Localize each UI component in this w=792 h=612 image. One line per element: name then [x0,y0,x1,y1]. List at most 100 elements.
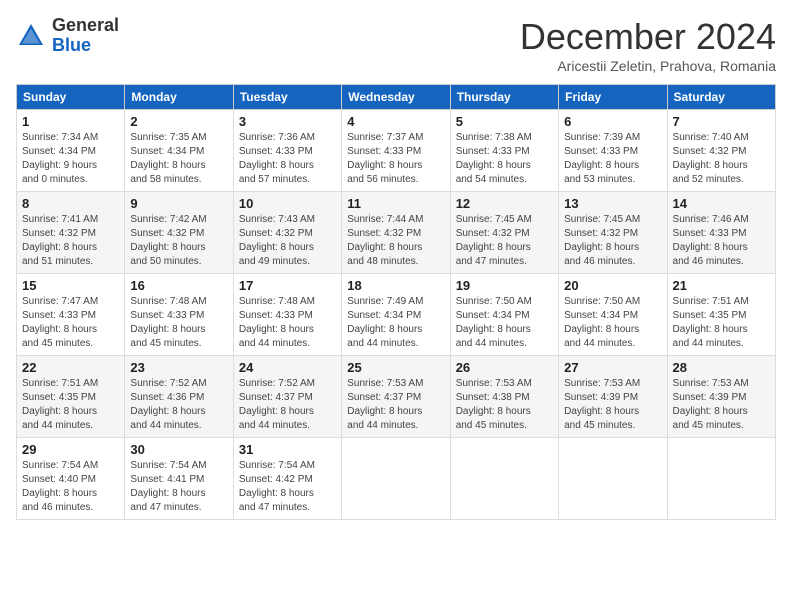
calendar-cell [559,438,667,520]
day-header-tuesday: Tuesday [233,85,341,110]
calendar-cell: 7Sunrise: 7:40 AM Sunset: 4:32 PM Daylig… [667,110,775,192]
day-info: Sunrise: 7:54 AM Sunset: 4:42 PM Dayligh… [239,459,336,515]
day-info: Sunrise: 7:45 AM Sunset: 4:32 PM Dayligh… [456,213,553,269]
day-info: Sunrise: 7:46 AM Sunset: 4:33 PM Dayligh… [673,213,770,269]
day-number: 26 [456,360,553,375]
day-number: 6 [564,114,661,129]
day-info: Sunrise: 7:48 AM Sunset: 4:33 PM Dayligh… [130,295,227,351]
day-info: Sunrise: 7:52 AM Sunset: 4:37 PM Dayligh… [239,377,336,433]
day-number: 15 [22,278,119,293]
calendar-cell: 12 Sunrise: 7:45 AM Sunset: 4:32 PM Dayli… [450,192,558,274]
calendar-cell: 15 Sunrise: 7:47 AM Sunset: 4:33 PM Dayli… [17,274,125,356]
page-header: General Blue December 2024 Aricestii Zel… [16,16,776,74]
day-info: Sunrise: 7:54 AM Sunset: 4:40 PM Dayligh… [22,459,119,515]
day-header-thursday: Thursday [450,85,558,110]
day-info: Sunrise: 7:44 AM Sunset: 4:32 PM Dayligh… [347,213,444,269]
day-number: 10 [239,196,336,211]
day-number: 19 [456,278,553,293]
day-number: 12 [456,196,553,211]
calendar-cell: 3 Sunrise: 7:36 AM Sunset: 4:33 PM Daylig… [233,110,341,192]
logo-text: General Blue [52,16,119,56]
day-number: 18 [347,278,444,293]
day-number: 14 [673,196,770,211]
calendar-cell: 19Sunrise: 7:50 AM Sunset: 4:34 PM Dayli… [450,274,558,356]
calendar-week-row: 29 Sunrise: 7:54 AM Sunset: 4:40 PM Dayli… [17,438,776,520]
day-info: Sunrise: 7:43 AM Sunset: 4:32 PM Dayligh… [239,213,336,269]
day-number: 8 [22,196,119,211]
calendar-cell: 8 Sunrise: 7:41 AM Sunset: 4:32 PM Daylig… [17,192,125,274]
day-header-sunday: Sunday [17,85,125,110]
calendar-cell: 4 Sunrise: 7:37 AM Sunset: 4:33 PM Daylig… [342,110,450,192]
day-info: Sunrise: 7:36 AM Sunset: 4:33 PM Dayligh… [239,131,336,187]
calendar-cell: 18 Sunrise: 7:49 AM Sunset: 4:34 PM Dayli… [342,274,450,356]
day-info: Sunrise: 7:47 AM Sunset: 4:33 PM Dayligh… [22,295,119,351]
calendar-cell: 6 Sunrise: 7:39 AM Sunset: 4:33 PM Daylig… [559,110,667,192]
day-info: Sunrise: 7:41 AM Sunset: 4:32 PM Dayligh… [22,213,119,269]
day-info: Sunrise: 7:48 AM Sunset: 4:33 PM Dayligh… [239,295,336,351]
day-number: 24 [239,360,336,375]
calendar-cell [450,438,558,520]
day-info: Sunrise: 7:42 AM Sunset: 4:32 PM Dayligh… [130,213,227,269]
day-header-friday: Friday [559,85,667,110]
calendar-header-row: SundayMondayTuesdayWednesdayThursdayFrid… [17,85,776,110]
calendar-cell: 9 Sunrise: 7:42 AM Sunset: 4:32 PM Daylig… [125,192,233,274]
day-info: Sunrise: 7:51 AM Sunset: 4:35 PM Dayligh… [673,295,770,351]
day-number: 21 [673,278,770,293]
day-number: 3 [239,114,336,129]
day-header-wednesday: Wednesday [342,85,450,110]
calendar-cell: 26 Sunrise: 7:53 AM Sunset: 4:38 PM Dayli… [450,356,558,438]
day-number: 7 [673,114,770,129]
day-info: Sunrise: 7:53 AM Sunset: 4:39 PM Dayligh… [673,377,770,433]
calendar-cell: 16 Sunrise: 7:48 AM Sunset: 4:33 PM Dayli… [125,274,233,356]
day-number: 11 [347,196,444,211]
day-info: Sunrise: 7:53 AM Sunset: 4:38 PM Dayligh… [456,377,553,433]
day-number: 23 [130,360,227,375]
day-number: 30 [130,442,227,457]
calendar-cell: 13Sunrise: 7:45 AM Sunset: 4:32 PM Dayli… [559,192,667,274]
calendar-cell: 21 Sunrise: 7:51 AM Sunset: 4:35 PM Dayli… [667,274,775,356]
day-number: 29 [22,442,119,457]
calendar-week-row: 22Sunrise: 7:51 AM Sunset: 4:35 PM Dayli… [17,356,776,438]
day-number: 4 [347,114,444,129]
calendar-cell: 27Sunrise: 7:53 AM Sunset: 4:39 PM Dayli… [559,356,667,438]
logo-general-text: General [52,16,119,36]
month-title: December 2024 [520,16,776,58]
day-info: Sunrise: 7:54 AM Sunset: 4:41 PM Dayligh… [130,459,227,515]
day-info: Sunrise: 7:49 AM Sunset: 4:34 PM Dayligh… [347,295,444,351]
logo: General Blue [16,16,119,56]
logo-icon [16,21,46,51]
title-block: December 2024 Aricestii Zeletin, Prahova… [520,16,776,74]
day-number: 27 [564,360,661,375]
day-number: 16 [130,278,227,293]
calendar-week-row: 15 Sunrise: 7:47 AM Sunset: 4:33 PM Dayli… [17,274,776,356]
calendar-cell: 10 Sunrise: 7:43 AM Sunset: 4:32 PM Dayli… [233,192,341,274]
day-info: Sunrise: 7:39 AM Sunset: 4:33 PM Dayligh… [564,131,661,187]
calendar-cell: 23 Sunrise: 7:52 AM Sunset: 4:36 PM Dayli… [125,356,233,438]
calendar-cell: 29 Sunrise: 7:54 AM Sunset: 4:40 PM Dayli… [17,438,125,520]
calendar-cell: 28Sunrise: 7:53 AM Sunset: 4:39 PM Dayli… [667,356,775,438]
day-info: Sunrise: 7:38 AM Sunset: 4:33 PM Dayligh… [456,131,553,187]
location-subtitle: Aricestii Zeletin, Prahova, Romania [520,58,776,74]
day-number: 13 [564,196,661,211]
day-info: Sunrise: 7:35 AM Sunset: 4:34 PM Dayligh… [130,131,227,187]
calendar-cell: 1Sunrise: 7:34 AM Sunset: 4:34 PM Daylig… [17,110,125,192]
day-number: 31 [239,442,336,457]
calendar-cell: 25Sunrise: 7:53 AM Sunset: 4:37 PM Dayli… [342,356,450,438]
calendar-cell: 24 Sunrise: 7:52 AM Sunset: 4:37 PM Dayli… [233,356,341,438]
calendar-week-row: 1Sunrise: 7:34 AM Sunset: 4:34 PM Daylig… [17,110,776,192]
day-number: 25 [347,360,444,375]
day-header-monday: Monday [125,85,233,110]
day-number: 9 [130,196,227,211]
day-number: 5 [456,114,553,129]
day-number: 20 [564,278,661,293]
day-info: Sunrise: 7:52 AM Sunset: 4:36 PM Dayligh… [130,377,227,433]
day-number: 22 [22,360,119,375]
day-info: Sunrise: 7:50 AM Sunset: 4:34 PM Dayligh… [564,295,661,351]
calendar-cell: 2 Sunrise: 7:35 AM Sunset: 4:34 PM Daylig… [125,110,233,192]
day-number: 2 [130,114,227,129]
calendar-cell [342,438,450,520]
day-header-saturday: Saturday [667,85,775,110]
calendar-cell [667,438,775,520]
day-number: 1 [22,114,119,129]
day-info: Sunrise: 7:37 AM Sunset: 4:33 PM Dayligh… [347,131,444,187]
